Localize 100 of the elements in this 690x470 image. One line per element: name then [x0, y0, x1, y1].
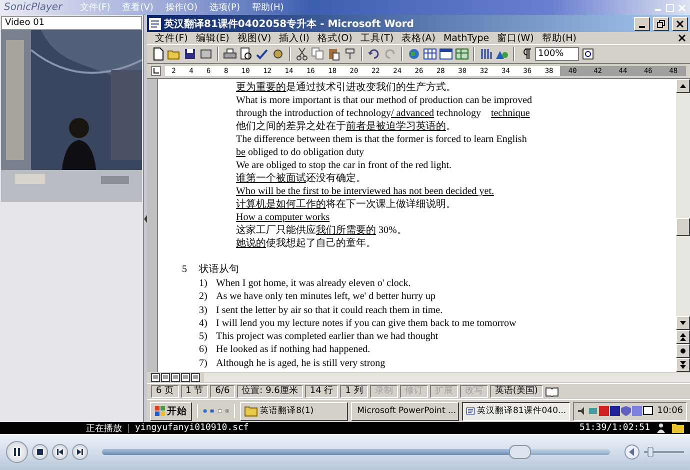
minimize-button[interactable] [634, 16, 650, 30]
scroll-thumb[interactable] [676, 218, 690, 236]
new-document-icon[interactable] [151, 47, 165, 61]
circle-icon[interactable] [680, 348, 686, 354]
reading-view-icon[interactable] [191, 373, 200, 382]
cut-icon[interactable] [295, 47, 309, 61]
windows-logo-icon [155, 406, 165, 416]
menu-item[interactable]: 编辑(E) [192, 32, 234, 44]
spreadsheet-icon[interactable] [455, 47, 469, 61]
word-app-icon [149, 18, 161, 30]
double-down-arrow-icon[interactable] [680, 361, 686, 369]
list-item: This project was completed earlier than we had thought [216, 330, 438, 344]
taskbar-button[interactable]: 英语翻译8(1) [240, 402, 348, 420]
menu-item[interactable]: 工具(T) [356, 32, 398, 44]
spelling-icon[interactable] [255, 47, 269, 61]
playback-status: 正在播放 [86, 422, 122, 434]
window-icon[interactable] [439, 47, 453, 61]
status-field: 1 节 [180, 385, 208, 398]
status-field: 位置: 9.6厘米 [236, 385, 303, 398]
window-title: 英汉翻译81课件0402058专升本 - Microsoft Word [164, 18, 414, 30]
double-up-arrow-icon[interactable] [680, 333, 686, 341]
normal-view-icon[interactable] [151, 373, 160, 382]
format-painter-icon[interactable] [343, 47, 357, 61]
print-icon[interactable] [223, 47, 237, 61]
previous-page-button[interactable] [676, 330, 690, 344]
stop-button[interactable] [32, 444, 48, 460]
status-field: 6 页 [151, 385, 179, 398]
save-icon[interactable] [183, 47, 197, 61]
menu-item[interactable]: 表格(A) [398, 32, 440, 44]
file-name: yingyufanyi010910.scf [135, 423, 249, 433]
play-time: 51:39/1:02:51 [580, 423, 650, 433]
close-document-icon[interactable] [678, 34, 686, 42]
shield-icon[interactable] [621, 406, 632, 416]
menu-item[interactable]: MathType [439, 32, 494, 44]
list-item: Although he is aged, he is still very strong [216, 356, 386, 370]
restore-button[interactable] [653, 16, 669, 30]
undo-icon[interactable] [367, 47, 381, 61]
down-arrow-icon[interactable] [680, 321, 686, 325]
table-icon[interactable] [423, 47, 437, 61]
columns-icon[interactable] [479, 47, 493, 61]
list-number: 2) [199, 290, 208, 304]
next-button[interactable] [72, 444, 88, 460]
document-line: What is more important is that our method of production can be improved [236, 94, 534, 107]
list-number: 7) [199, 356, 208, 370]
scroll-down-button[interactable] [676, 316, 690, 330]
video-label: Video 01 [1, 16, 142, 30]
previous-button[interactable] [52, 444, 68, 460]
list-item: When I got home, it was already eleven o' clock. [216, 277, 411, 290]
menu-item[interactable]: 帮助(H) [538, 32, 580, 44]
close-icon[interactable] [676, 20, 684, 28]
paste-icon[interactable] [327, 47, 341, 61]
next-page-button[interactable] [676, 358, 690, 372]
next-icon [77, 449, 83, 455]
help-icon[interactable] [581, 47, 595, 61]
print-preview-icon[interactable] [239, 47, 253, 61]
start-button[interactable]: 开始 [150, 402, 192, 420]
menu-item[interactable]: 视图(V) [233, 32, 276, 44]
copy-icon[interactable] [311, 47, 325, 61]
print-view-icon[interactable] [171, 373, 180, 382]
document-line: 更为重要的是通过技术引进改变我们的生产方式。 [236, 81, 457, 94]
document-line: The difference between them is that the former is forced to learn English [236, 133, 528, 146]
up-arrow-icon[interactable] [680, 84, 686, 88]
browse-object-button[interactable] [676, 344, 690, 358]
horizontal-scrollbar[interactable] [204, 373, 690, 382]
document-line: through the introduction of technology/ advanced technology technique [236, 107, 531, 120]
scroll-up-button[interactable] [676, 79, 690, 93]
zoom-field[interactable]: 100% [535, 47, 579, 61]
pause-button[interactable] [6, 441, 28, 463]
menu-item[interactable]: 插入(I) [275, 32, 314, 44]
collapse-arrow-icon[interactable] [144, 214, 147, 222]
list-number: 5) [199, 330, 208, 344]
status-field: 14 行 [304, 385, 338, 398]
app-title: SonicPlayer [4, 2, 64, 13]
volume-knob-icon[interactable] [624, 444, 640, 460]
document-line: Who will be the first to be interviewed has not been decided yet. [236, 185, 495, 198]
menu-item[interactable]: 窗口(W) [493, 32, 538, 44]
book-icon [544, 386, 559, 397]
person-icon[interactable] [656, 423, 666, 433]
monitor-icon[interactable] [643, 406, 654, 416]
document-line: 谁第一个被面试还没有确定。 [236, 172, 367, 185]
volume-slider-icon[interactable] [644, 447, 684, 457]
section-number: 5 [182, 263, 188, 277]
tab-selector-icon[interactable] [151, 66, 161, 76]
close-button[interactable] [672, 16, 688, 30]
clock: 10:06 [657, 406, 684, 416]
document-line: How a computer works [236, 211, 331, 224]
restore-icon[interactable] [657, 20, 665, 28]
menu-item[interactable]: 文件(F) [151, 32, 192, 44]
web-view-icon[interactable] [161, 373, 170, 382]
menu-item[interactable]: 帮助(H) [248, 1, 288, 14]
taskbar-button[interactable]: Microsoft PowerPoint ... [351, 402, 460, 420]
outline-view-icon[interactable] [181, 373, 190, 382]
menu-item[interactable]: 格式(O) [313, 32, 356, 44]
list-item: I sent the letter by air so that it could reach them in time. [216, 304, 443, 317]
document-line: 他们之间的差异之处在于前者是被迫学习英语的。 [236, 120, 457, 133]
taskbar-button[interactable]: 英汉翻译81课件040... [462, 402, 570, 420]
status-field: 6/6 [210, 385, 235, 398]
document-line: We are obliged to stop the car in front of the red light. [236, 159, 453, 172]
list-number: 1) [199, 277, 208, 290]
pause-icon [13, 448, 21, 456]
